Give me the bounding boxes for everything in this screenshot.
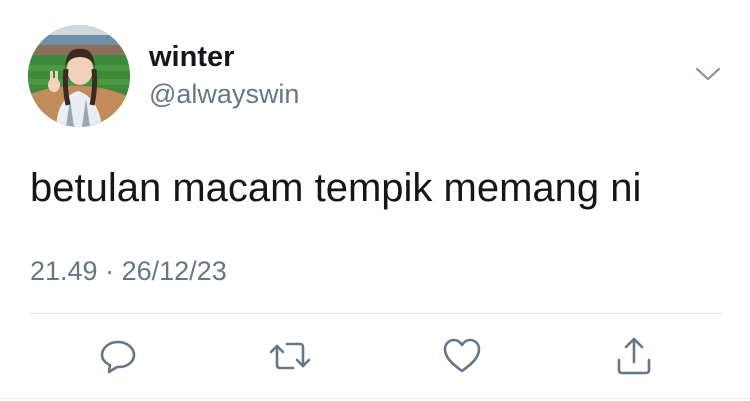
retweet-icon — [269, 342, 311, 370]
tweet-date: 26/12/23 — [121, 256, 227, 286]
heart-icon — [443, 338, 481, 373]
tweet-card: winter @alwayswin betulan macam tempik m… — [0, 0, 750, 401]
tweet-time: 21.49 — [30, 256, 98, 286]
tweet-timestamp[interactable]: 21.49 · 26/12/23 — [30, 255, 227, 287]
retweet-button[interactable] — [268, 336, 312, 376]
timestamp-separator: · — [105, 256, 115, 286]
reply-icon — [100, 340, 136, 374]
tweet-text: betulan macam tempik memang ni — [30, 166, 642, 210]
tweet-menu-button[interactable] — [693, 63, 723, 85]
share-icon — [617, 337, 651, 375]
avatar[interactable] — [28, 25, 130, 127]
avatar-photo — [28, 25, 130, 127]
like-button[interactable] — [440, 336, 484, 376]
share-button[interactable] — [612, 336, 656, 376]
display-name[interactable]: winter — [149, 40, 234, 74]
user-handle[interactable]: @alwayswin — [149, 78, 299, 110]
reply-button[interactable] — [96, 336, 140, 376]
bottom-border — [0, 398, 750, 399]
divider — [30, 313, 722, 314]
chevron-down-icon — [695, 67, 721, 81]
